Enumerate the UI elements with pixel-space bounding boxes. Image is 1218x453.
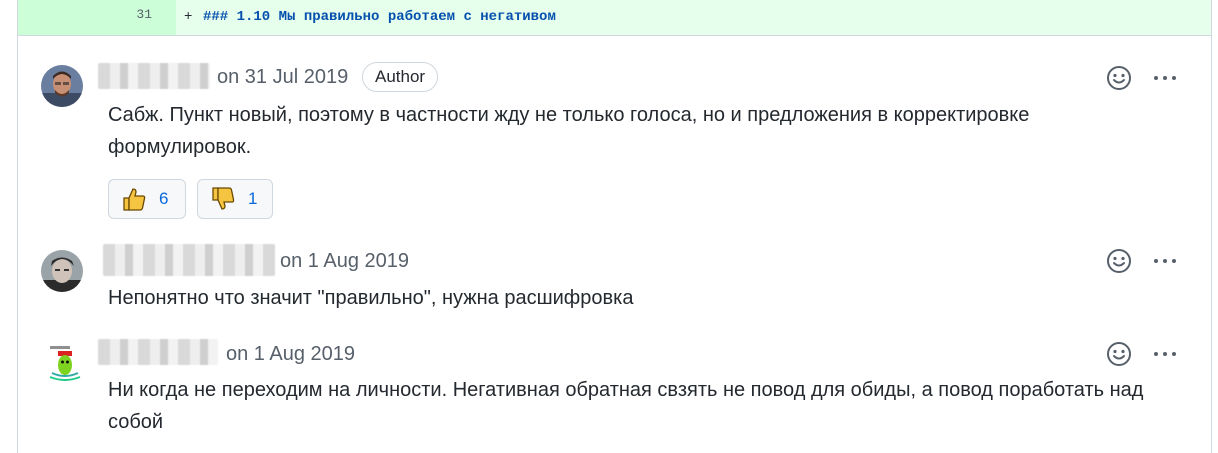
more-options-kebab-icon[interactable] xyxy=(1151,341,1179,367)
more-options-kebab-icon[interactable] xyxy=(1151,248,1179,274)
add-reaction-smiley-icon[interactable] xyxy=(1106,248,1132,274)
diff-add-marker: + xyxy=(184,9,193,25)
avatar[interactable] xyxy=(41,250,83,292)
reaction-thumbs-up[interactable]: 6 xyxy=(108,179,186,219)
diff-line-number[interactable]: 31 xyxy=(18,0,176,35)
reaction-count: 6 xyxy=(159,189,169,208)
more-options-kebab-icon[interactable] xyxy=(1151,65,1179,91)
thumbs-down-icon xyxy=(212,187,235,210)
comment-body: Ни когда не переходим на личности. Негат… xyxy=(108,379,1144,433)
diff-code: ### 1.10 Мы правильно работаем с негатив… xyxy=(203,9,556,25)
author-name-redacted[interactable] xyxy=(98,63,210,89)
author-badge: Author xyxy=(362,62,439,92)
comment-date[interactable]: on 1 Aug 2019 xyxy=(280,248,409,274)
comment-body: Непонятно что значит "правильно", нужна … xyxy=(108,287,634,309)
comment-date[interactable]: on 31 Jul 2019 xyxy=(217,64,348,90)
thumbs-up-icon xyxy=(123,188,146,211)
comment-date[interactable]: on 1 Aug 2019 xyxy=(226,341,355,367)
reaction-count: 1 xyxy=(248,189,258,208)
avatar-photo-icon xyxy=(41,250,83,292)
reaction-thumbs-down[interactable]: 1 xyxy=(197,179,273,219)
avatar[interactable] xyxy=(41,65,83,107)
add-reaction-smiley-icon[interactable] xyxy=(1106,341,1132,367)
avatar-photo-icon xyxy=(41,65,83,107)
author-name-redacted[interactable] xyxy=(103,244,275,276)
avatar[interactable] xyxy=(44,343,86,385)
avatar-cartoon-icon xyxy=(44,343,86,385)
add-reaction-smiley-icon[interactable] xyxy=(1106,65,1132,91)
comment-body: Сабж. Пункт новый, поэтому в частности ж… xyxy=(108,104,1030,158)
diff-added-line: 31 + ### 1.10 Мы правильно работаем с не… xyxy=(18,0,1211,36)
author-name-redacted[interactable] xyxy=(98,339,218,365)
